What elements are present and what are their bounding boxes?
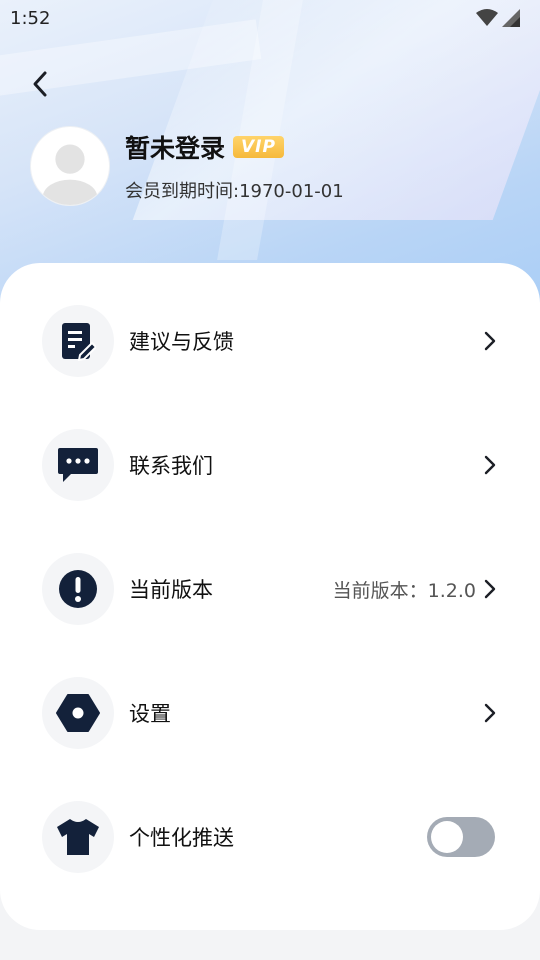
menu-label-feedback: 建议与反馈 [129,330,234,354]
wifi-icon [476,9,498,26]
membership-expiry: 会员到期时间:1970-01-01 [125,181,344,202]
chevron-right-icon [480,701,500,725]
tshirt-icon [42,801,114,873]
avatar[interactable] [30,126,110,206]
chevron-right-icon [480,577,500,601]
menu-label-contact: 联系我们 [129,454,213,478]
edit-note-icon [42,305,114,377]
menu-label-push: 个性化推送 [129,826,234,850]
menu-card: 建议与反馈 联系我们 当前版本 当前版本：1.2.0 设置 个性化推送 [0,263,540,930]
menu-label-settings: 设置 [129,702,171,726]
chevron-right-icon [480,453,500,477]
chevron-left-icon [33,71,47,97]
status-time: 1:52 [10,7,51,29]
toggle-knob [431,821,463,853]
menu-item-version[interactable]: 当前版本 当前版本：1.2.0 [0,553,540,625]
info-exclamation-icon [42,553,114,625]
chevron-right-icon [480,329,500,353]
menu-label-version: 当前版本 [129,578,213,602]
back-button[interactable] [22,66,58,102]
profile-header[interactable]: 暂未登录 VIP 会员到期时间:1970-01-01 [30,126,344,206]
version-value: 当前版本：1.2.0 [332,579,476,602]
signal-icon [502,9,520,27]
status-icons [476,9,520,27]
menu-item-settings[interactable]: 设置 [0,677,540,749]
default-avatar-icon [42,144,98,205]
menu-item-push: 个性化推送 [0,801,540,873]
chat-bubble-icon [42,429,114,501]
menu-item-feedback[interactable]: 建议与反馈 [0,305,540,377]
menu-item-contact[interactable]: 联系我们 [0,429,540,501]
push-toggle[interactable] [427,817,495,857]
settings-hexagon-icon [42,677,114,749]
status-bar: 1:52 [0,0,540,36]
username: 暂未登录 [125,134,226,163]
vip-badge: VIP [233,136,284,158]
